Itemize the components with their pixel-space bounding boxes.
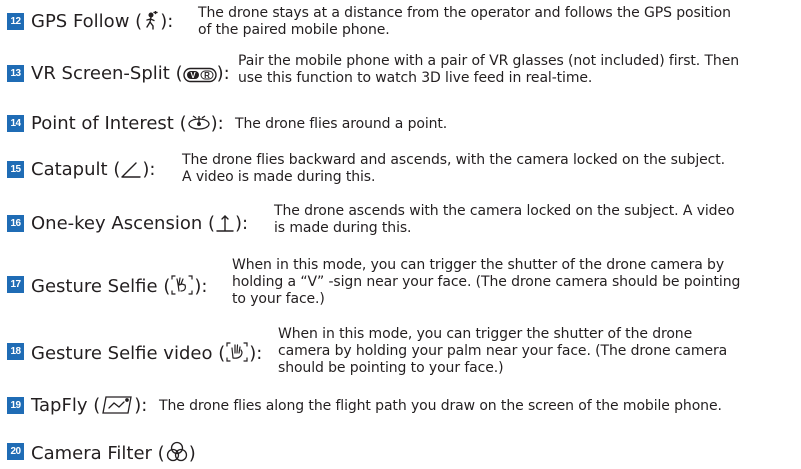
open-palm-hand-icon <box>225 341 249 369</box>
svg-text:R: R <box>204 71 210 80</box>
camera-filter-circles-icon <box>165 441 189 469</box>
feature-title: GPS Follow ( ): <box>31 10 173 37</box>
item-number-badge: 12 <box>7 13 24 30</box>
feature-description: The drone flies along the flight path yo… <box>159 398 722 414</box>
feature-title: Gesture Selfie video ( ): <box>31 341 262 369</box>
tap-fly-screen-icon <box>100 395 134 421</box>
feature-title: Point of Interest ( ): <box>31 113 224 139</box>
item-number-badge: 18 <box>7 343 24 360</box>
feature-title: Catapult ( ): <box>31 159 155 185</box>
feature-title-text: Gesture Selfie video <box>31 343 213 364</box>
feature-title-text: TapFly <box>31 395 88 416</box>
feature-description: Pair the mobile phone with a pair of VR … <box>238 53 739 86</box>
feature-description: When in this mode, you can trigger the s… <box>232 257 741 307</box>
orbit-point-icon <box>187 113 211 139</box>
v-sign-hand-icon <box>170 274 194 302</box>
feature-title-text: Catapult <box>31 159 108 180</box>
item-number-badge: 16 <box>7 215 24 232</box>
feature-description: The drone stays at a distance from the o… <box>198 5 731 38</box>
item-number-badge: 14 <box>7 115 24 132</box>
feature-description: The drone flies backward and ascends, wi… <box>182 152 725 185</box>
feature-title: Gesture Selfie ( ): <box>31 274 207 302</box>
ascend-arrow-icon <box>215 213 235 239</box>
item-number-badge: 20 <box>7 443 24 460</box>
item-number-badge: 13 <box>7 65 24 82</box>
feature-title: One-key Ascension ( ): <box>31 213 248 239</box>
vr-glasses-icon: V R <box>182 67 217 89</box>
feature-title-text: GPS Follow <box>31 11 130 32</box>
item-number-badge: 17 <box>7 276 24 293</box>
feature-description: When in this mode, you can trigger the s… <box>278 326 728 376</box>
item-number-badge: 19 <box>7 397 24 414</box>
feature-title: TapFly ( ): <box>31 395 147 421</box>
feature-title: VR Screen-Split ( V R ): <box>31 63 230 89</box>
feature-title-text: Gesture Selfie <box>31 276 158 297</box>
feature-title: Camera Filter ( ) <box>31 441 196 469</box>
feature-title-text: One-key Ascension <box>31 213 203 234</box>
catapult-angle-icon <box>120 161 142 185</box>
feature-description: The drone ascends with the camera locked… <box>274 203 735 236</box>
svg-text:V: V <box>190 71 196 80</box>
feature-title-text: Point of Interest <box>31 113 174 134</box>
feature-description: The drone flies around a point. <box>235 116 448 132</box>
feature-title-text: VR Screen-Split <box>31 63 170 84</box>
person-walking-gps-icon <box>142 10 160 37</box>
item-number-badge: 15 <box>7 161 24 178</box>
